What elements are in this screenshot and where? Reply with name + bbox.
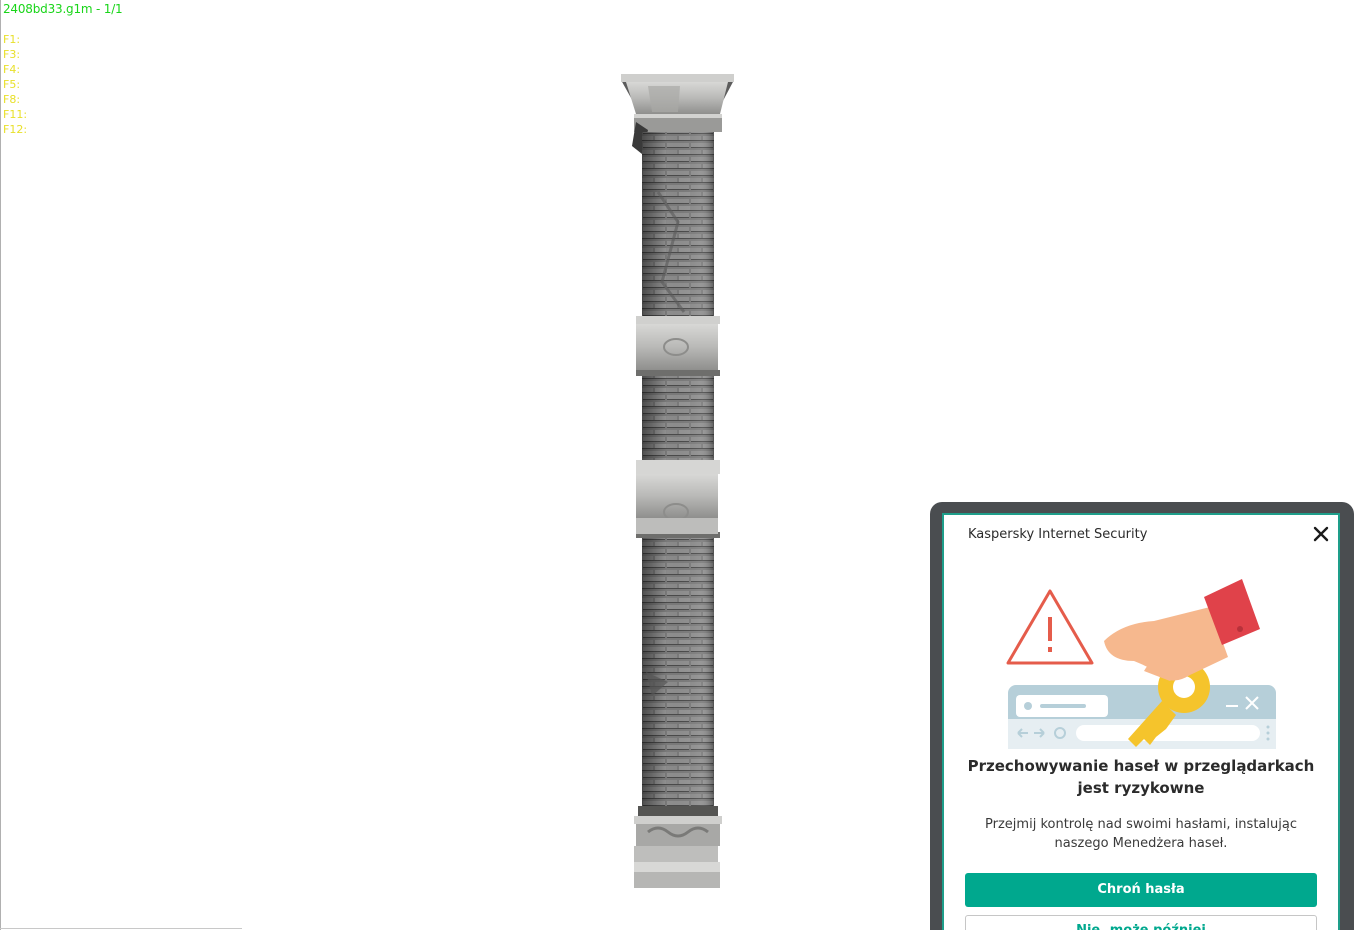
close-icon[interactable] xyxy=(1310,523,1332,545)
function-key-f1: F1: xyxy=(3,33,21,46)
function-key-f5: F5: xyxy=(3,78,21,91)
not-now-button[interactable]: Nie, może później xyxy=(965,915,1317,930)
hand-icon xyxy=(1104,579,1260,681)
function-key-f8: F8: xyxy=(3,93,21,106)
popup-title: Kaspersky Internet Security xyxy=(968,527,1148,542)
warning-icon xyxy=(1006,589,1094,665)
popup-body: Przejmij kontrolę nad swoimi hasłami, in… xyxy=(985,817,1297,851)
function-key-f3: F3: xyxy=(3,48,21,61)
file-label: 2408bd33.g1m - 1/1 xyxy=(3,2,123,16)
viewport-divider xyxy=(0,928,242,929)
password-key-illustration xyxy=(1006,579,1276,749)
popup-headline: Przechowywanie haseł w przeglądarkach je… xyxy=(967,757,1315,797)
protect-passwords-button[interactable]: Chroń hasła xyxy=(965,873,1317,907)
function-key-f11: F11: xyxy=(3,108,28,121)
function-key-f12: F12: xyxy=(3,123,28,136)
function-key-f4: F4: xyxy=(3,63,21,76)
window-border xyxy=(0,0,1,930)
kaspersky-notification: Kaspersky Internet Security Przechowywan… xyxy=(942,513,1340,930)
function-key-list: F1: F3: F4: F5: F8: F11: F12: xyxy=(3,32,27,137)
stone-pillar-model xyxy=(621,74,734,888)
